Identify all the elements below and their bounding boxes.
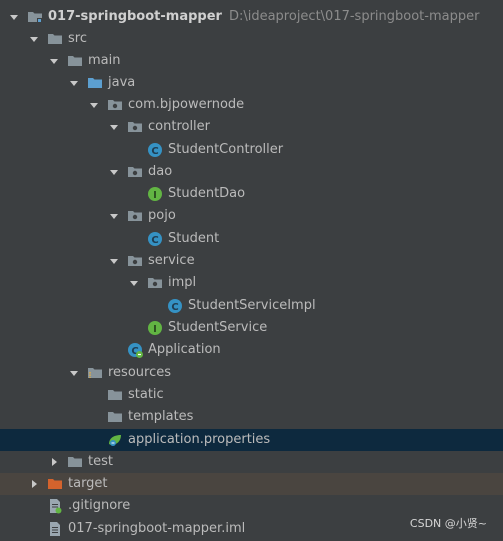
folder-icon — [67, 454, 83, 470]
resources-folder-icon — [87, 365, 103, 381]
chevron-down-icon[interactable] — [128, 277, 140, 289]
interface-label: StudentService — [168, 320, 268, 335]
folder-label: resources — [108, 365, 172, 380]
tree-row-templates[interactable]: templates — [0, 406, 503, 428]
folder-icon — [47, 31, 63, 47]
folder-label: test — [88, 454, 113, 469]
tree-row-resources[interactable]: resources — [0, 362, 503, 384]
chevron-down-icon[interactable] — [68, 367, 80, 379]
tree-row-test[interactable]: test — [0, 451, 503, 473]
package-label: controller — [148, 119, 211, 134]
package-icon — [107, 97, 123, 113]
chevron-down-icon[interactable] — [108, 121, 120, 133]
tree-row-src[interactable]: src — [0, 28, 503, 50]
tree-row-student[interactable]: C Student — [0, 228, 503, 250]
text-file-icon — [47, 498, 63, 514]
chevron-down-icon[interactable] — [48, 55, 60, 67]
excluded-folder-icon — [47, 476, 63, 492]
chevron-right-icon[interactable] — [48, 456, 60, 468]
project-tree-panel: 017-springboot-mapper D:\ideaproject\017… — [0, 0, 503, 541]
folder-icon — [107, 387, 123, 403]
file-label: 017-springboot-mapper.iml — [68, 521, 246, 536]
tree-row-pojo[interactable]: pojo — [0, 205, 503, 227]
tree-row-target[interactable]: target — [0, 473, 503, 495]
tree-row-student-service[interactable]: I StudentService — [0, 317, 503, 339]
tree-row-application[interactable]: C Application — [0, 339, 503, 361]
watermark: CSDN @小贤~ — [409, 517, 487, 530]
folder-label: templates — [128, 409, 194, 424]
tree-row-student-controller[interactable]: C StudentController — [0, 139, 503, 161]
module-file-icon — [47, 521, 63, 537]
package-icon — [147, 275, 163, 291]
tree-row-main[interactable]: main — [0, 50, 503, 72]
folder-label: src — [68, 31, 87, 46]
chevron-down-icon[interactable] — [108, 166, 120, 178]
interface-label: StudentDao — [168, 186, 246, 201]
tree-row-static[interactable]: static — [0, 384, 503, 406]
class-icon: C — [167, 298, 183, 314]
interface-icon: I — [147, 186, 163, 202]
svg-text:I: I — [153, 324, 157, 335]
folder-label: main — [88, 53, 121, 68]
tree-row-root[interactable]: 017-springboot-mapper D:\ideaproject\017… — [0, 6, 503, 28]
properties-file-icon — [107, 432, 123, 448]
folder-label: target — [68, 476, 108, 491]
tree-row-student-dao[interactable]: I StudentDao — [0, 183, 503, 205]
chevron-down-icon[interactable] — [68, 77, 80, 89]
folder-icon — [67, 53, 83, 69]
class-icon: C — [147, 142, 163, 158]
root-module-path: D:\ideaproject\017-springboot-mapper — [228, 9, 480, 24]
spring-boot-class-icon: C — [127, 342, 143, 358]
tree-row-gitignore[interactable]: .gitignore — [0, 495, 503, 517]
class-icon: C — [147, 231, 163, 247]
tree-row-controller[interactable]: controller — [0, 116, 503, 138]
tree-row-package[interactable]: com.bjpowernode — [0, 94, 503, 116]
svg-text:I: I — [153, 190, 157, 201]
class-label: StudentController — [168, 142, 284, 157]
package-label: dao — [148, 164, 173, 179]
file-label: application.properties — [128, 432, 271, 447]
tree-row-impl[interactable]: impl — [0, 272, 503, 294]
chevron-down-icon[interactable] — [108, 255, 120, 267]
chevron-down-icon[interactable] — [108, 210, 120, 222]
svg-text:C: C — [151, 146, 158, 157]
package-icon — [127, 164, 143, 180]
chevron-down-icon[interactable] — [28, 33, 40, 45]
source-folder-icon — [87, 75, 103, 91]
class-label: StudentServiceImpl — [188, 298, 316, 313]
tree-row-student-service-impl[interactable]: C StudentServiceImpl — [0, 295, 503, 317]
package-label: impl — [168, 275, 197, 290]
class-label: Student — [168, 231, 220, 246]
interface-icon: I — [147, 320, 163, 336]
svg-text:C: C — [151, 235, 158, 246]
svg-text:C: C — [171, 302, 178, 313]
folder-label: static — [128, 387, 164, 402]
chevron-down-icon[interactable] — [88, 99, 100, 111]
package-icon — [127, 119, 143, 135]
package-label: pojo — [148, 208, 176, 223]
folder-icon — [107, 409, 123, 425]
package-icon — [127, 253, 143, 269]
tree-row-dao[interactable]: dao — [0, 161, 503, 183]
package-label: service — [148, 253, 195, 268]
chevron-right-icon[interactable] — [28, 478, 40, 490]
file-label: .gitignore — [68, 498, 131, 513]
class-label: Application — [148, 342, 221, 357]
folder-label: java — [108, 75, 136, 90]
tree-row-application-properties[interactable]: application.properties — [0, 429, 503, 451]
tree-row-service[interactable]: service — [0, 250, 503, 272]
module-folder-icon — [27, 9, 43, 25]
package-label: com.bjpowernode — [128, 97, 245, 112]
tree-row-java[interactable]: java — [0, 72, 503, 94]
package-icon — [127, 208, 143, 224]
root-module-name: 017-springboot-mapper — [48, 9, 222, 24]
chevron-down-icon[interactable] — [8, 11, 20, 23]
